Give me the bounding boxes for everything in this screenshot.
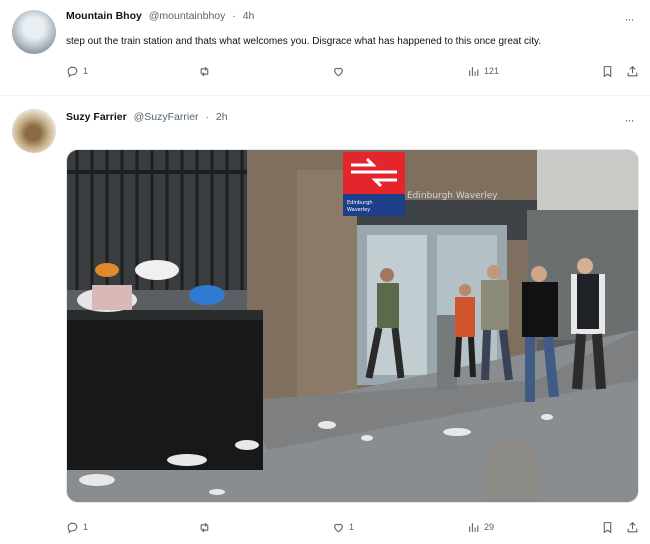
separator-dot: · xyxy=(232,10,236,22)
retweet-icon xyxy=(200,66,209,76)
views-icon xyxy=(469,66,479,76)
views-icon xyxy=(469,522,479,532)
reply-count: 1 xyxy=(83,522,89,532)
tweet-header: Suzy Farrier @SuzyFarrier · 2h xyxy=(66,111,228,123)
station-sign-text: Edinburgh xyxy=(347,200,373,206)
tweet-header: Mountain Bhoy @mountainbhoy · 4h xyxy=(66,10,254,22)
like-count: 1 xyxy=(349,522,355,532)
tweet-photo[interactable]: Edinburgh Waverley Edinburgh Waverley xyxy=(66,149,639,503)
reply-count: 1 xyxy=(83,66,89,76)
reply-button[interactable]: 1 xyxy=(66,63,88,79)
more-icon[interactable]: ··· xyxy=(622,13,636,25)
views-button[interactable]: 29 xyxy=(467,519,494,535)
reply-button[interactable]: 1 xyxy=(66,519,88,535)
like-icon xyxy=(334,67,343,76)
reply-icon xyxy=(67,522,78,533)
like-button[interactable] xyxy=(332,63,349,79)
more-icon[interactable]: ··· xyxy=(622,114,636,126)
retweet-button[interactable] xyxy=(198,63,215,79)
station-sign-text: Waverley xyxy=(347,207,370,213)
bookmark-button[interactable] xyxy=(601,63,614,79)
timestamp[interactable]: 2h xyxy=(216,111,228,123)
action-bar: 1 1 29 xyxy=(66,519,640,535)
retweet-icon xyxy=(200,522,209,532)
avatar[interactable] xyxy=(12,109,56,153)
view-count: 29 xyxy=(484,522,495,532)
view-count: 121 xyxy=(484,66,500,76)
author-name[interactable]: Suzy Farrier xyxy=(66,111,127,123)
author-handle[interactable]: @SuzyFarrier xyxy=(134,111,199,123)
share-button[interactable] xyxy=(626,63,639,79)
bookmark-button[interactable] xyxy=(601,519,614,535)
bookmark-icon xyxy=(603,65,612,77)
station-street-image: Edinburgh Waverley Edinburgh Waverley xyxy=(67,150,638,502)
avatar[interactable] xyxy=(12,10,56,54)
action-bar: 1 121 xyxy=(66,63,640,79)
author-handle[interactable]: @mountainbhoy xyxy=(149,10,226,22)
reply-icon xyxy=(67,66,78,77)
tweet-1[interactable]: Mountain Bhoy @mountainbhoy · 4h ··· ste… xyxy=(0,0,650,96)
timestamp[interactable]: 4h xyxy=(243,10,255,22)
like-icon xyxy=(334,523,343,532)
tweet-text: step out the train station and thats wha… xyxy=(66,36,542,47)
share-icon xyxy=(627,65,638,76)
views-button[interactable]: 121 xyxy=(467,63,499,79)
svg-text:Edinburgh Waverley: Edinburgh Waverley xyxy=(407,191,498,201)
like-button[interactable]: 1 xyxy=(332,519,354,535)
share-icon xyxy=(627,521,638,532)
retweet-button[interactable] xyxy=(198,519,215,535)
bookmark-icon xyxy=(603,521,612,533)
separator-dot: · xyxy=(205,111,209,123)
share-button[interactable] xyxy=(626,519,639,535)
author-name[interactable]: Mountain Bhoy xyxy=(66,10,142,22)
